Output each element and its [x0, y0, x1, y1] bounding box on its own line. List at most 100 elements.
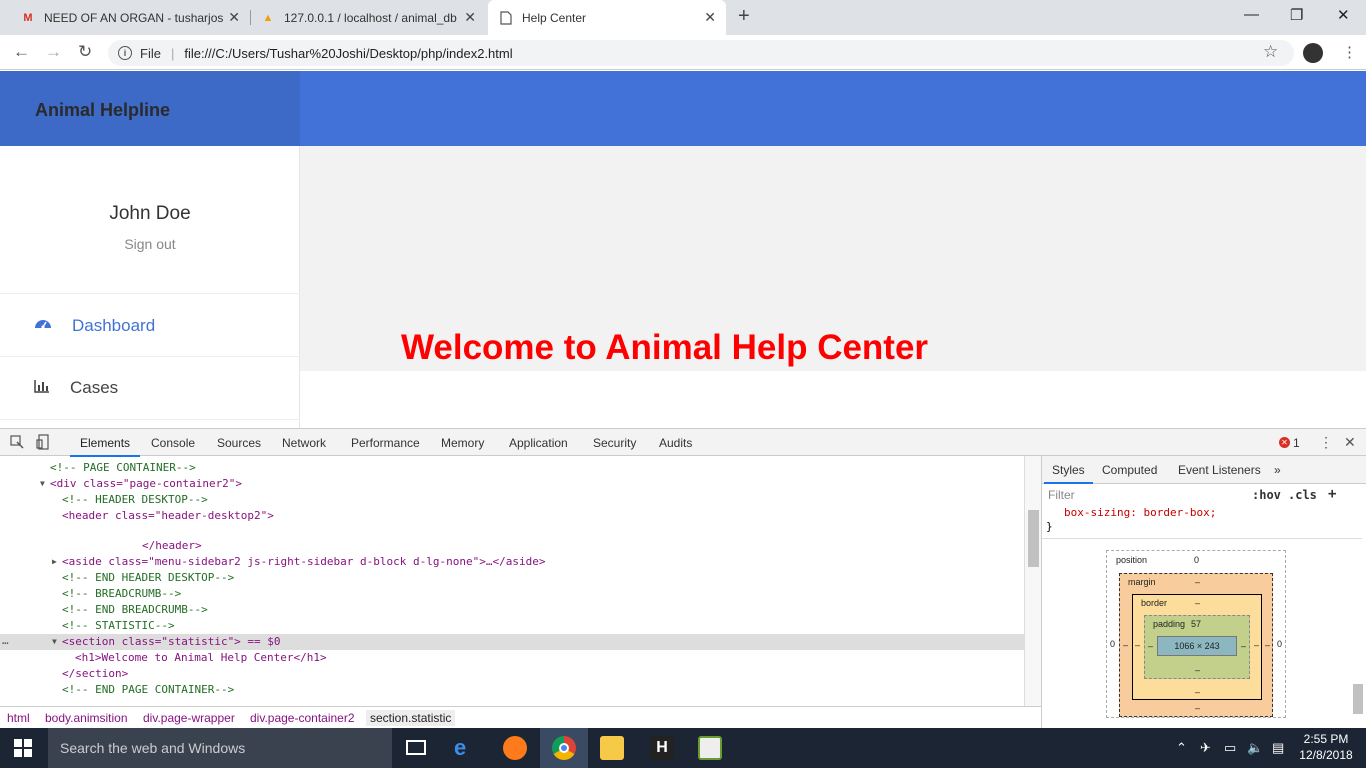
devtools-menu-icon[interactable]: ⋮	[1319, 434, 1333, 451]
battery-icon[interactable]: ▭	[1224, 740, 1236, 756]
forward-icon[interactable]: →	[45, 42, 62, 62]
omnibox[interactable]: i File | file:///C:/Users/Tushar%20Joshi…	[108, 40, 1294, 66]
minimize-icon[interactable]: —	[1244, 6, 1259, 23]
breadcrumb-item[interactable]: html	[7, 711, 30, 725]
add-rule-icon[interactable]: +	[1328, 486, 1336, 502]
volume-icon[interactable]: 🔈	[1247, 740, 1263, 756]
scrollbar-thumb[interactable]	[1028, 510, 1039, 567]
more-tabs-icon[interactable]: »	[1274, 463, 1281, 477]
padding-box[interactable]: padding 57 – – – 1066 × 243	[1144, 615, 1250, 679]
bookmark-star-icon[interactable]: ☆	[1263, 42, 1278, 62]
close-tab-icon[interactable]: ✕	[704, 9, 716, 26]
sidebar-item-label: Cases	[70, 378, 119, 397]
dom-node[interactable]: <h1>Welcome to Animal Help Center</h1>	[0, 650, 1024, 666]
inspect-element-icon[interactable]	[10, 435, 24, 454]
sidebar-item-cases[interactable]: Cases	[34, 378, 118, 398]
browser-tab-strip: M NEED OF AN ORGAN - tusharjos ✕ ▲ 127.0…	[0, 0, 1366, 35]
windows-start-icon[interactable]	[14, 739, 32, 757]
close-tab-icon[interactable]: ✕	[228, 9, 240, 26]
position-left-value: 0	[1110, 639, 1116, 649]
dom-node[interactable]: <!-- BREADCRUMB-->	[0, 586, 1024, 602]
ellipsis-icon[interactable]: …	[2, 634, 9, 647]
dom-node[interactable]: <aside class="menu-sidebar2 js-right-sid…	[0, 554, 1024, 570]
tab-gmail[interactable]: M NEED OF AN ORGAN - tusharjos ✕	[10, 0, 250, 35]
file-explorer-icon[interactable]	[600, 736, 624, 760]
css-rule-close: }	[1046, 520, 1053, 533]
expand-triangle-icon[interactable]: ▼	[52, 637, 57, 646]
devtools-tab-memory[interactable]: Memory	[441, 436, 484, 450]
tab-styles[interactable]: Styles	[1044, 463, 1093, 484]
cls-toggle[interactable]: .cls	[1288, 488, 1317, 502]
expand-triangle-icon[interactable]: ▼	[40, 479, 45, 488]
sidebar-item-dashboard[interactable]: Dashboard	[34, 315, 155, 336]
tab-computed[interactable]: Computed	[1102, 463, 1157, 477]
dom-node[interactable]: <!-- PAGE CONTAINER-->	[0, 460, 1024, 476]
error-count[interactable]: 1	[1293, 436, 1300, 450]
spreadsheet-icon[interactable]	[698, 736, 722, 760]
devtools-tab-audits[interactable]: Audits	[659, 436, 692, 450]
taskbar-clock[interactable]: 2:55 PM 12/8/2018	[1298, 731, 1354, 763]
device-toolbar-icon[interactable]	[36, 434, 50, 455]
close-tab-icon[interactable]: ✕	[464, 9, 476, 26]
border-label: border	[1141, 598, 1168, 608]
notifications-icon[interactable]: ▤	[1272, 740, 1284, 756]
chrome-center	[559, 743, 569, 753]
task-view-icon[interactable]	[406, 740, 426, 755]
url-text[interactable]: file:///C:/Users/Tushar%20Joshi/Desktop/…	[184, 46, 512, 61]
taskbar-search-box[interactable]: Search the web and Windows	[48, 728, 392, 768]
devtools-tab-application[interactable]: Application	[509, 436, 568, 450]
devtools-tab-performance[interactable]: Performance	[351, 436, 420, 450]
elements-scrollbar[interactable]	[1024, 456, 1041, 706]
dom-node[interactable]: <header class="header-desktop2">	[0, 508, 1024, 524]
margin-top-value: –	[1195, 577, 1201, 587]
error-icon[interactable]: ✕	[1279, 437, 1290, 448]
styles-scrollbar-thumb[interactable]	[1353, 684, 1363, 714]
edge-icon[interactable]: e	[454, 736, 478, 760]
dom-node[interactable]: <!-- END HEADER DESKTOP-->	[0, 570, 1024, 586]
dom-node-selected[interactable]: <section class="statistic"> == $0	[0, 634, 1024, 650]
breadcrumb-item[interactable]: body.animsition	[45, 711, 128, 725]
devtools-tab-security[interactable]: Security	[593, 436, 636, 450]
dom-node[interactable]: <!-- STATISTIC-->	[0, 618, 1024, 634]
tab-help-center[interactable]: Help Center ✕	[488, 0, 726, 35]
elements-tree[interactable]: <!-- PAGE CONTAINER--> <div class="page-…	[0, 456, 1024, 706]
devtools-tab-elements[interactable]: Elements	[69, 436, 141, 457]
firefox-icon[interactable]	[503, 736, 527, 760]
devtools-tab-network[interactable]: Network	[282, 436, 326, 450]
devtools-close-icon[interactable]: ✕	[1344, 434, 1356, 451]
sidebar-item-label: Dashboard	[72, 315, 156, 335]
breadcrumb-item-current[interactable]: section.statistic	[366, 710, 456, 726]
close-window-icon[interactable]: ✕	[1337, 6, 1350, 24]
devtools-tab-sources[interactable]: Sources	[217, 436, 261, 450]
reload-icon[interactable]: ↻	[78, 42, 92, 62]
content-box[interactable]: 1066 × 243	[1157, 636, 1237, 656]
profile-avatar[interactable]	[1303, 43, 1323, 63]
breadcrumb-item[interactable]: div.page-container2	[250, 711, 355, 725]
css-declaration[interactable]: box-sizing: border-box;	[1064, 506, 1216, 519]
network-icon[interactable]: ✈	[1200, 740, 1211, 756]
sign-out-link[interactable]: Sign out	[0, 236, 300, 252]
maximize-icon[interactable]: ❐	[1290, 6, 1303, 24]
tab-phpmyadmin[interactable]: ▲ 127.0.0.1 / localhost / animal_db ✕	[250, 0, 486, 35]
info-icon[interactable]: i	[118, 46, 132, 60]
dom-node[interactable]: <div class="page-container2">	[0, 476, 1024, 492]
dom-node[interactable]: <!-- HEADER DESKTOP-->	[0, 492, 1024, 508]
browser-menu-icon[interactable]: ⋮	[1342, 43, 1357, 61]
hov-toggle[interactable]: :hov	[1252, 488, 1281, 502]
devtools-tab-console[interactable]: Console	[151, 436, 195, 450]
dom-node[interactable]: <!-- END PAGE CONTAINER-->	[0, 682, 1024, 698]
app-h-icon[interactable]: H	[650, 736, 674, 760]
margin-box[interactable]: margin – – – – border – – – – padding 57…	[1119, 573, 1273, 717]
tab-event-listeners[interactable]: Event Listeners	[1178, 463, 1261, 477]
tray-chevron-icon[interactable]: ⌃	[1176, 740, 1187, 756]
new-tab-icon[interactable]: +	[738, 5, 750, 28]
dom-node[interactable]: </header>	[0, 538, 1024, 554]
dom-node[interactable]: <!-- END BREADCRUMB-->	[0, 602, 1024, 618]
back-icon[interactable]: ←	[13, 42, 30, 62]
site-brand[interactable]: Animal Helpline	[0, 71, 300, 146]
border-top-value: –	[1195, 598, 1201, 608]
border-box[interactable]: border – – – – padding 57 – – – 1066 × 2…	[1132, 594, 1262, 700]
styles-filter-input[interactable]: Filter	[1048, 488, 1075, 502]
breadcrumb-item[interactable]: div.page-wrapper	[143, 711, 235, 725]
dom-node[interactable]: </section>	[0, 666, 1024, 682]
